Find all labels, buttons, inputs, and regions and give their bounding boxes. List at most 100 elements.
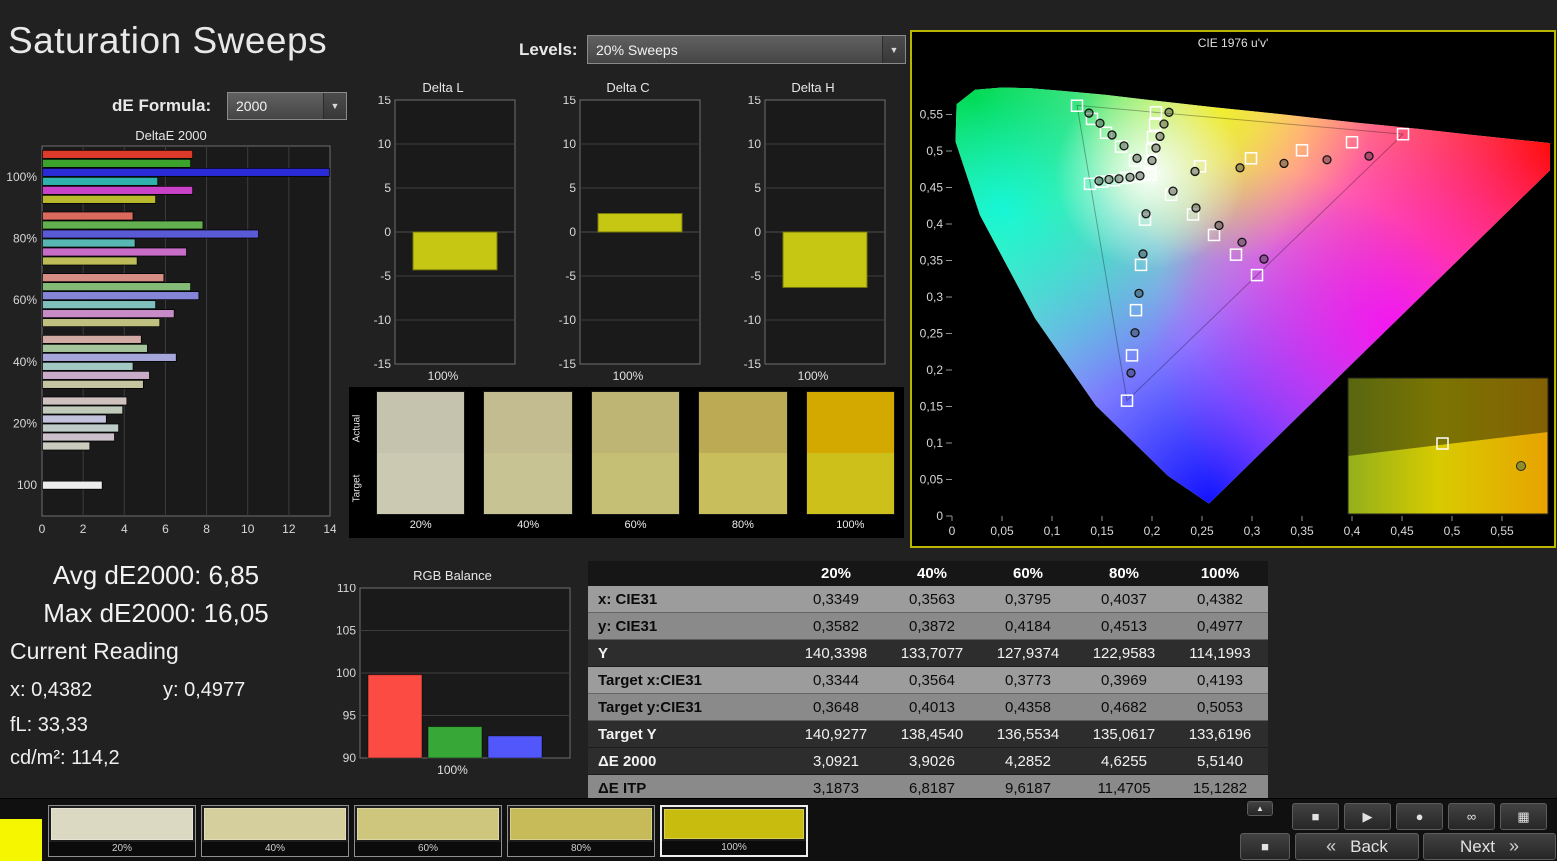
cie-chart: CIE 1976 u'v' 00,050,10,150,20,250,30,35…: [910, 30, 1556, 548]
cie-measured-point: [1156, 132, 1164, 140]
de-formula-select[interactable]: 2000 ▼: [227, 92, 347, 120]
current-reading: Current Reading x: 0,4382 y: 0,4977 fL: …: [10, 638, 245, 770]
svg-text:-15: -15: [374, 357, 392, 368]
actual-rail-label: Actual: [352, 400, 363, 458]
deltae-bar: [43, 257, 138, 265]
table-value-cell: 0,3563: [884, 586, 980, 613]
svg-text:0,5: 0,5: [1444, 524, 1461, 538]
table-value-cell: 127,9374: [980, 640, 1076, 667]
loop-button[interactable]: ∞: [1448, 803, 1495, 830]
table-row-label: Target x:CIE31: [588, 667, 788, 694]
cie-measured-point: [1096, 119, 1104, 127]
svg-text:100: 100: [17, 478, 37, 492]
stop-all-button[interactable]: ■: [1240, 833, 1290, 860]
saturation-patch-button-80%[interactable]: 80%: [507, 805, 655, 857]
back-button[interactable]: « Back: [1295, 833, 1419, 860]
cie-measured-point: [1142, 210, 1150, 218]
next-button-label: Next: [1460, 837, 1495, 857]
cie-chart-title: CIE 1976 u'v': [912, 32, 1554, 54]
svg-text:0: 0: [384, 225, 391, 239]
patch-level-label: 40%: [483, 515, 572, 537]
cie-measured-point: [1139, 250, 1147, 258]
table-row-label: Target y:CIE31: [588, 694, 788, 721]
cie-chart-plot: 00,050,10,150,20,250,30,350,40,450,50,55…: [912, 54, 1550, 544]
record-icon: ●: [1416, 809, 1424, 824]
patch-target-swatch: [807, 453, 894, 514]
capture-button[interactable]: ▦: [1500, 803, 1547, 830]
actual-target-patch-strip: Actual Target 20%40%60%80%100%: [349, 387, 904, 538]
levels-select[interactable]: 20% Sweeps ▼: [587, 35, 906, 64]
table-value-cell: 0,3969: [1076, 667, 1172, 694]
cie-measured-point: [1160, 120, 1168, 128]
table-value-cell: 133,7077: [884, 640, 980, 667]
next-button[interactable]: Next »: [1423, 833, 1556, 860]
cie-measured-point: [1135, 289, 1143, 297]
levels-label: Levels:: [519, 40, 578, 60]
deltae-bar: [43, 310, 175, 318]
cie-measured-point: [1136, 172, 1144, 180]
cie-measured-point: [1085, 109, 1093, 117]
table-row: ΔE 20003,09213,90264,28524,62555,5140: [588, 748, 1268, 775]
deltae-bar: [43, 380, 144, 388]
svg-text:0,3: 0,3: [1244, 524, 1261, 538]
svg-text:10: 10: [378, 137, 392, 151]
deltae-bar: [43, 212, 134, 220]
cie-measured-point: [1191, 167, 1199, 175]
reading-cdm2: cd/m²: 114,2: [10, 747, 245, 770]
current-reading-title: Current Reading: [10, 638, 245, 665]
target-rail-label: Target: [352, 460, 363, 518]
deltae-bar: [43, 397, 127, 405]
de-formula-value: 2000: [228, 98, 267, 114]
deltae-bar: [43, 433, 115, 441]
svg-text:20%: 20%: [13, 417, 37, 431]
svg-text:5: 5: [384, 181, 391, 195]
saturation-patch-button-100%[interactable]: 100%: [660, 805, 808, 857]
table-value-cell: 0,3564: [884, 667, 980, 694]
table-value-cell: 140,3398: [788, 640, 884, 667]
svg-text:60%: 60%: [13, 293, 37, 307]
deltae-bar: [43, 424, 119, 432]
patch-target-swatch: [484, 453, 571, 514]
saturation-patch-button-40%[interactable]: 40%: [201, 805, 349, 857]
cie-measured-point: [1236, 164, 1244, 172]
cie-measured-point: [1365, 152, 1373, 160]
svg-text:0,3: 0,3: [926, 290, 943, 304]
svg-text:0: 0: [949, 524, 956, 538]
stop-button[interactable]: ■: [1292, 803, 1339, 830]
patch-swatch: [806, 391, 895, 515]
svg-text:12: 12: [282, 522, 296, 536]
reading-y: y: 0,4977: [163, 679, 245, 702]
rgb-bar-blue: [488, 736, 542, 758]
table-value-cell: 0,3349: [788, 586, 884, 613]
saturation-patch-button-60%[interactable]: 60%: [354, 805, 502, 857]
saturation-patch-button-20%[interactable]: 20%: [48, 805, 196, 857]
cie-measured-point: [1323, 156, 1331, 164]
patch-rail-labels: Actual Target: [349, 391, 367, 538]
svg-text:0,35: 0,35: [920, 254, 944, 268]
patch-button-label: 40%: [202, 842, 348, 856]
table-value-cell: 0,4358: [980, 694, 1076, 721]
table-row: Target y:CIE310,36480,40130,43580,46820,…: [588, 694, 1268, 721]
svg-text:40%: 40%: [13, 355, 37, 369]
svg-text:5: 5: [569, 181, 576, 195]
patch-level-label: 80%: [698, 515, 787, 537]
rgb-balance-chart-plot: 1101051009590: [330, 584, 575, 762]
patch-color: [510, 808, 652, 840]
svg-text:0,1: 0,1: [1044, 524, 1061, 538]
patch-target-swatch: [699, 453, 786, 514]
table-row-label: x: CIE31: [588, 586, 788, 613]
levels-value: 20% Sweeps: [588, 42, 678, 58]
patch-column: 80%: [698, 391, 787, 538]
play-button[interactable]: ▶: [1344, 803, 1391, 830]
patch-actual-swatch: [484, 392, 571, 453]
delta-c-chart: Delta C 151050-5-10-15 100%: [552, 80, 704, 384]
scroll-up-button[interactable]: ▲: [1247, 801, 1273, 816]
play-icon: ▶: [1363, 809, 1373, 825]
table-value-cell: 133,6196: [1172, 721, 1268, 748]
chevron-down-icon: ▼: [323, 93, 346, 119]
patch-column: 40%: [483, 391, 572, 538]
record-button[interactable]: ●: [1396, 803, 1443, 830]
deltae-bar: [43, 274, 164, 282]
table-col-header: 80%: [1076, 561, 1172, 586]
table-col-header: 100%: [1172, 561, 1268, 586]
